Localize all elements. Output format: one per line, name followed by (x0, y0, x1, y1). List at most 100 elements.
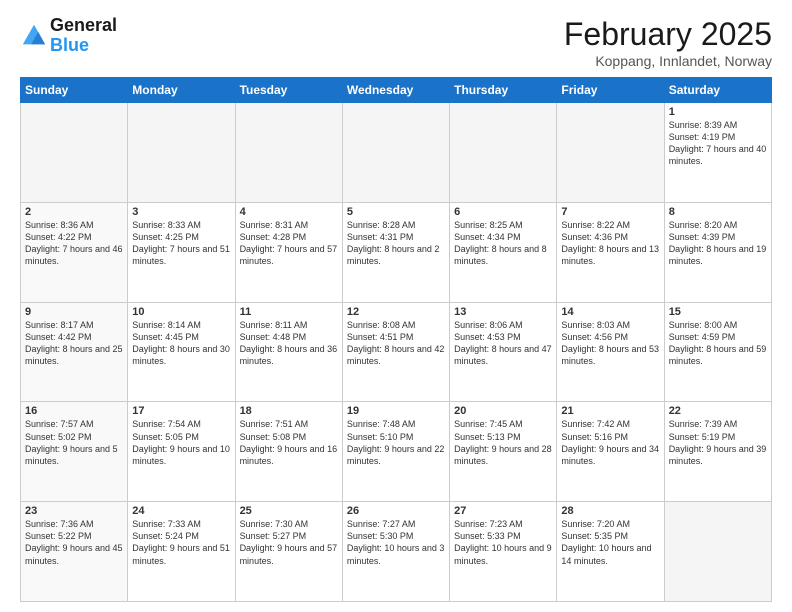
day-header-monday: Monday (128, 78, 235, 103)
day-info: Sunrise: 8:11 AM Sunset: 4:48 PM Dayligh… (240, 319, 338, 368)
day-info: Sunrise: 7:45 AM Sunset: 5:13 PM Dayligh… (454, 418, 552, 467)
logo-line1: General (50, 16, 117, 36)
calendar-cell: 4Sunrise: 8:31 AM Sunset: 4:28 PM Daylig… (235, 202, 342, 302)
calendar-cell: 8Sunrise: 8:20 AM Sunset: 4:39 PM Daylig… (664, 202, 771, 302)
day-number: 13 (454, 306, 552, 318)
day-info: Sunrise: 8:14 AM Sunset: 4:45 PM Dayligh… (132, 319, 230, 368)
day-header-sunday: Sunday (21, 78, 128, 103)
calendar-cell: 20Sunrise: 7:45 AM Sunset: 5:13 PM Dayli… (450, 402, 557, 502)
day-info: Sunrise: 8:25 AM Sunset: 4:34 PM Dayligh… (454, 219, 552, 268)
day-info: Sunrise: 7:30 AM Sunset: 5:27 PM Dayligh… (240, 518, 338, 567)
day-info: Sunrise: 8:00 AM Sunset: 4:59 PM Dayligh… (669, 319, 767, 368)
day-number: 4 (240, 206, 338, 218)
day-info: Sunrise: 8:08 AM Sunset: 4:51 PM Dayligh… (347, 319, 445, 368)
day-info: Sunrise: 8:03 AM Sunset: 4:56 PM Dayligh… (561, 319, 659, 368)
day-info: Sunrise: 7:36 AM Sunset: 5:22 PM Dayligh… (25, 518, 123, 567)
title-block: February 2025 Koppang, Innlandet, Norway (564, 16, 772, 69)
calendar-cell: 19Sunrise: 7:48 AM Sunset: 5:10 PM Dayli… (342, 402, 449, 502)
calendar-cell: 11Sunrise: 8:11 AM Sunset: 4:48 PM Dayli… (235, 302, 342, 402)
logo-icon (20, 22, 48, 50)
day-number: 14 (561, 306, 659, 318)
calendar-week-row: 2Sunrise: 8:36 AM Sunset: 4:22 PM Daylig… (21, 202, 772, 302)
day-number: 28 (561, 505, 659, 517)
day-number: 23 (25, 505, 123, 517)
page: General Blue February 2025 Koppang, Innl… (0, 0, 792, 612)
day-number: 3 (132, 206, 230, 218)
day-number: 19 (347, 405, 445, 417)
day-info: Sunrise: 7:33 AM Sunset: 5:24 PM Dayligh… (132, 518, 230, 567)
day-number: 15 (669, 306, 767, 318)
calendar-cell: 27Sunrise: 7:23 AM Sunset: 5:33 PM Dayli… (450, 502, 557, 602)
calendar-cell: 9Sunrise: 8:17 AM Sunset: 4:42 PM Daylig… (21, 302, 128, 402)
day-number: 22 (669, 405, 767, 417)
day-number: 27 (454, 505, 552, 517)
calendar-cell: 28Sunrise: 7:20 AM Sunset: 5:35 PM Dayli… (557, 502, 664, 602)
calendar-cell (21, 103, 128, 203)
day-number: 12 (347, 306, 445, 318)
calendar-cell: 6Sunrise: 8:25 AM Sunset: 4:34 PM Daylig… (450, 202, 557, 302)
calendar-cell: 3Sunrise: 8:33 AM Sunset: 4:25 PM Daylig… (128, 202, 235, 302)
calendar-cell: 15Sunrise: 8:00 AM Sunset: 4:59 PM Dayli… (664, 302, 771, 402)
day-info: Sunrise: 7:23 AM Sunset: 5:33 PM Dayligh… (454, 518, 552, 567)
day-number: 7 (561, 206, 659, 218)
calendar-cell: 25Sunrise: 7:30 AM Sunset: 5:27 PM Dayli… (235, 502, 342, 602)
day-info: Sunrise: 7:54 AM Sunset: 5:05 PM Dayligh… (132, 418, 230, 467)
day-info: Sunrise: 7:39 AM Sunset: 5:19 PM Dayligh… (669, 418, 767, 467)
calendar-header-row: SundayMondayTuesdayWednesdayThursdayFrid… (21, 78, 772, 103)
calendar: SundayMondayTuesdayWednesdayThursdayFrid… (20, 77, 772, 602)
calendar-week-row: 16Sunrise: 7:57 AM Sunset: 5:02 PM Dayli… (21, 402, 772, 502)
day-number: 8 (669, 206, 767, 218)
calendar-cell: 13Sunrise: 8:06 AM Sunset: 4:53 PM Dayli… (450, 302, 557, 402)
calendar-cell: 14Sunrise: 8:03 AM Sunset: 4:56 PM Dayli… (557, 302, 664, 402)
day-info: Sunrise: 8:28 AM Sunset: 4:31 PM Dayligh… (347, 219, 445, 268)
header: General Blue February 2025 Koppang, Innl… (20, 16, 772, 69)
day-number: 11 (240, 306, 338, 318)
day-info: Sunrise: 7:42 AM Sunset: 5:16 PM Dayligh… (561, 418, 659, 467)
calendar-cell: 24Sunrise: 7:33 AM Sunset: 5:24 PM Dayli… (128, 502, 235, 602)
day-number: 5 (347, 206, 445, 218)
logo-text: General Blue (50, 16, 117, 56)
day-info: Sunrise: 8:36 AM Sunset: 4:22 PM Dayligh… (25, 219, 123, 268)
calendar-cell: 7Sunrise: 8:22 AM Sunset: 4:36 PM Daylig… (557, 202, 664, 302)
calendar-cell: 18Sunrise: 7:51 AM Sunset: 5:08 PM Dayli… (235, 402, 342, 502)
day-info: Sunrise: 7:57 AM Sunset: 5:02 PM Dayligh… (25, 418, 123, 467)
calendar-cell: 26Sunrise: 7:27 AM Sunset: 5:30 PM Dayli… (342, 502, 449, 602)
location: Koppang, Innlandet, Norway (564, 53, 772, 69)
day-info: Sunrise: 7:27 AM Sunset: 5:30 PM Dayligh… (347, 518, 445, 567)
calendar-cell: 12Sunrise: 8:08 AM Sunset: 4:51 PM Dayli… (342, 302, 449, 402)
calendar-cell: 1Sunrise: 8:39 AM Sunset: 4:19 PM Daylig… (664, 103, 771, 203)
day-number: 2 (25, 206, 123, 218)
day-info: Sunrise: 7:20 AM Sunset: 5:35 PM Dayligh… (561, 518, 659, 567)
day-info: Sunrise: 8:06 AM Sunset: 4:53 PM Dayligh… (454, 319, 552, 368)
day-info: Sunrise: 7:48 AM Sunset: 5:10 PM Dayligh… (347, 418, 445, 467)
calendar-cell: 5Sunrise: 8:28 AM Sunset: 4:31 PM Daylig… (342, 202, 449, 302)
day-number: 1 (669, 106, 767, 118)
day-number: 10 (132, 306, 230, 318)
calendar-cell: 2Sunrise: 8:36 AM Sunset: 4:22 PM Daylig… (21, 202, 128, 302)
day-info: Sunrise: 8:20 AM Sunset: 4:39 PM Dayligh… (669, 219, 767, 268)
day-number: 18 (240, 405, 338, 417)
day-number: 17 (132, 405, 230, 417)
calendar-cell: 16Sunrise: 7:57 AM Sunset: 5:02 PM Dayli… (21, 402, 128, 502)
calendar-cell: 23Sunrise: 7:36 AM Sunset: 5:22 PM Dayli… (21, 502, 128, 602)
calendar-cell: 10Sunrise: 8:14 AM Sunset: 4:45 PM Dayli… (128, 302, 235, 402)
logo: General Blue (20, 16, 117, 56)
day-header-thursday: Thursday (450, 78, 557, 103)
day-number: 21 (561, 405, 659, 417)
calendar-cell (128, 103, 235, 203)
day-number: 20 (454, 405, 552, 417)
month-title: February 2025 (564, 16, 772, 53)
day-info: Sunrise: 8:17 AM Sunset: 4:42 PM Dayligh… (25, 319, 123, 368)
day-info: Sunrise: 8:22 AM Sunset: 4:36 PM Dayligh… (561, 219, 659, 268)
day-number: 26 (347, 505, 445, 517)
calendar-week-row: 9Sunrise: 8:17 AM Sunset: 4:42 PM Daylig… (21, 302, 772, 402)
day-info: Sunrise: 8:39 AM Sunset: 4:19 PM Dayligh… (669, 119, 767, 168)
logo-line2: Blue (50, 35, 89, 55)
calendar-week-row: 1Sunrise: 8:39 AM Sunset: 4:19 PM Daylig… (21, 103, 772, 203)
calendar-cell: 21Sunrise: 7:42 AM Sunset: 5:16 PM Dayli… (557, 402, 664, 502)
day-info: Sunrise: 8:31 AM Sunset: 4:28 PM Dayligh… (240, 219, 338, 268)
day-number: 6 (454, 206, 552, 218)
day-number: 25 (240, 505, 338, 517)
day-number: 9 (25, 306, 123, 318)
day-header-tuesday: Tuesday (235, 78, 342, 103)
